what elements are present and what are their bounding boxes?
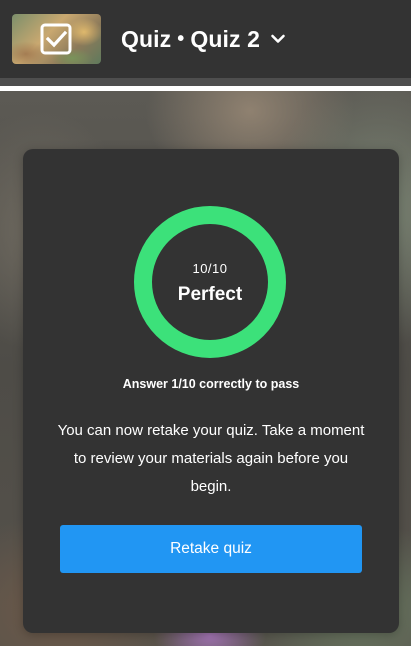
header-divider [0, 78, 411, 86]
quiz-thumbnail [12, 14, 101, 64]
score-ring [134, 206, 286, 358]
retake-quiz-button[interactable]: Retake quiz [60, 525, 362, 573]
check-box-icon [40, 23, 72, 55]
retake-message: You can now retake your quiz. Take a mom… [57, 422, 365, 495]
title-section: Quiz [121, 25, 172, 52]
result-status: Perfect [177, 284, 243, 305]
quiz-result-card: 10/10 Perfect Answer 1/10 correctly to p… [23, 149, 399, 633]
quiz-title[interactable]: Quiz • Quiz 2 [121, 23, 286, 55]
score-text: 10/10 [192, 261, 228, 276]
score-ring-progress [134, 206, 286, 358]
title-quiz-name: Quiz 2 [190, 25, 260, 52]
title-separator: • [177, 27, 185, 50]
chevron-down-icon[interactable] [270, 31, 286, 47]
pass-requirement: Answer 1/10 correctly to pass [122, 377, 300, 391]
app-header: Quiz • Quiz 2 [0, 0, 411, 78]
